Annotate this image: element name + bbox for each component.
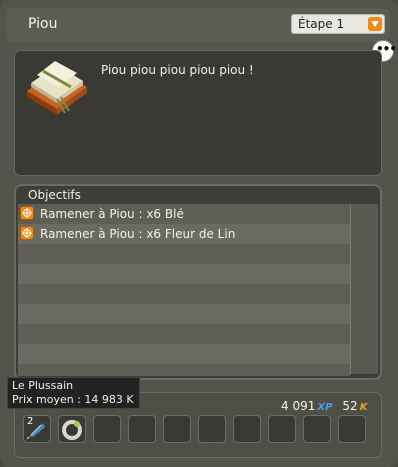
empty-row — [18, 264, 350, 284]
xp-unit: XP — [317, 402, 333, 413]
reward-item-count: 2 — [27, 416, 34, 427]
item-tooltip: Le Plussain Prix moyen : 14 983 K — [7, 377, 140, 409]
empty-row — [18, 364, 350, 376]
kamas-unit: K — [359, 402, 368, 413]
empty-reward-slot[interactable] — [93, 415, 121, 443]
objectives-title: Objectifs — [28, 188, 81, 202]
target-icon — [20, 226, 34, 240]
kamas-value: 52 — [342, 399, 358, 413]
empty-reward-slot[interactable] — [268, 415, 296, 443]
objectives-panel: Objectifs Ramener à Piou : x6 Blé Ramene… — [14, 184, 382, 380]
objective-text: Ramener à Piou : x6 Fleur de Lin — [40, 227, 236, 241]
chevron-down-icon[interactable] — [368, 17, 382, 31]
target-icon — [20, 206, 34, 220]
dialog-text: Piou piou piou piou piou ! — [101, 63, 254, 77]
empty-row — [18, 244, 350, 264]
objective-text: Ramener à Piou : x6 Blé — [40, 207, 184, 221]
quest-window: Piou Étape 1 ••• Piou piou piou piou pio… — [0, 0, 398, 467]
quest-book-icon — [21, 57, 93, 120]
ring-item-icon — [62, 420, 82, 440]
empty-row — [18, 304, 350, 324]
objective-item[interactable]: Ramener à Piou : x6 Blé — [18, 204, 350, 224]
step-dropdown-value: Étape 1 — [298, 17, 345, 31]
quest-title: Piou — [28, 16, 58, 32]
empty-row — [18, 344, 350, 364]
step-dropdown[interactable]: Étape 1 — [291, 14, 385, 34]
empty-row — [18, 284, 350, 304]
empty-reward-slot[interactable] — [303, 415, 331, 443]
reward-slot[interactable]: 2 — [23, 415, 51, 443]
tooltip-item-price: Prix moyen : 14 983 K — [12, 393, 134, 406]
objective-item[interactable]: Ramener à Piou : x6 Fleur de Lin — [18, 224, 350, 244]
empty-reward-slot[interactable] — [128, 415, 156, 443]
tooltip-item-name: Le Plussain — [12, 379, 74, 392]
quest-dialog: Piou piou piou piou piou ! — [14, 50, 382, 176]
objectives-scrollbar[interactable] — [350, 204, 378, 374]
empty-reward-slot[interactable] — [233, 415, 261, 443]
empty-reward-slot[interactable] — [163, 415, 191, 443]
empty-reward-slot[interactable] — [198, 415, 226, 443]
rewards-summary: 4 091 XP 52 K — [281, 399, 367, 413]
quest-header: Piou Étape 1 — [6, 8, 390, 42]
xp-value: 4 091 — [281, 399, 316, 413]
empty-row — [18, 324, 350, 344]
reward-slot[interactable] — [58, 415, 86, 443]
reward-slots: 2 — [21, 415, 377, 447]
empty-reward-slot[interactable] — [338, 415, 366, 443]
objectives-list: Ramener à Piou : x6 Blé Ramener à Piou :… — [18, 204, 350, 376]
